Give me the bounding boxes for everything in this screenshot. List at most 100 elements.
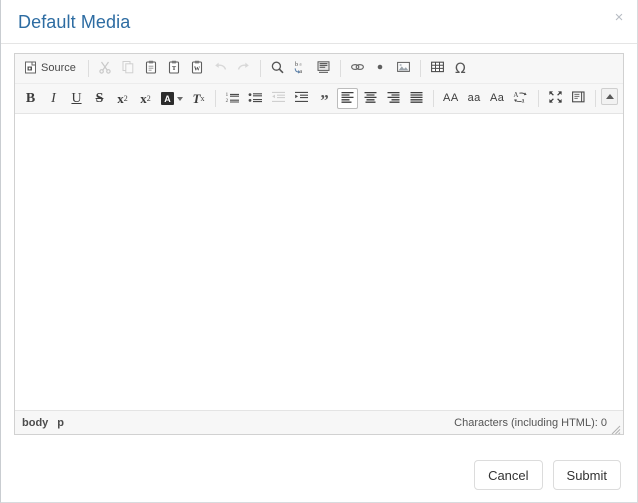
- numbered-list-button[interactable]: 1 2: [222, 88, 243, 109]
- capitalize-button[interactable]: Aa: [487, 88, 508, 109]
- maximize-icon: [548, 90, 563, 107]
- chain-link-icon: [350, 60, 365, 77]
- justify-button[interactable]: [406, 88, 427, 109]
- svg-text:a: a: [299, 62, 302, 67]
- toolbar-group-editing: b a a: [266, 58, 335, 79]
- elements-path-item-p[interactable]: p: [57, 417, 64, 429]
- change-case-button[interactable]: A a: [510, 88, 532, 109]
- submit-button[interactable]: Submit: [552, 460, 621, 490]
- strikethrough-button[interactable]: S: [89, 88, 110, 109]
- source-icon: [24, 61, 37, 77]
- chevron-up-icon: [605, 94, 614, 99]
- dialog-header: Default Media ×: [1, 0, 637, 44]
- clipboard-text-icon: T: [167, 60, 181, 77]
- italic-button[interactable]: I: [43, 88, 64, 109]
- toolbar-separator: [215, 90, 216, 107]
- bulleted-list-icon: [248, 90, 263, 107]
- align-right-button[interactable]: [383, 88, 404, 109]
- editor-toolbox: Source T W b a a Ω B I U S x 2 x 2 A T x…: [15, 54, 623, 114]
- link-button[interactable]: [347, 58, 368, 79]
- source-button[interactable]: Source: [20, 58, 82, 79]
- paste-as-text-button[interactable]: T: [164, 58, 185, 79]
- select-all-icon: [316, 60, 331, 78]
- copy-button[interactable]: [118, 58, 139, 79]
- paste-from-word-button[interactable]: W: [187, 58, 208, 79]
- cancel-button[interactable]: Cancel: [474, 460, 543, 490]
- lowercase-button[interactable]: aa: [464, 88, 485, 109]
- quote-icon: ”: [320, 90, 329, 110]
- table-button[interactable]: [427, 58, 448, 79]
- elements-path: body p: [22, 417, 64, 429]
- svg-text:b: b: [295, 62, 298, 68]
- toolbar-separator: [594, 90, 596, 107]
- text-color-icon: A: [161, 92, 174, 105]
- toolbar-separator: [537, 90, 539, 107]
- remove-format-button[interactable]: Tx: [188, 88, 209, 109]
- toolbar-group-case: AA aa Aa A a: [439, 88, 533, 109]
- default-media-dialog: Default Media × Source T W b a a Ω B I U…: [0, 0, 638, 503]
- anchor-dot-icon: [373, 60, 387, 77]
- toolbar-group-links: [346, 58, 415, 79]
- toolbar-row-2: B I U S x2 x2 A T x 1 2 ” AA aa Aa A a: [15, 84, 623, 113]
- elements-path-item-body[interactable]: body: [22, 417, 48, 429]
- show-blocks-icon: [571, 90, 586, 107]
- image-button[interactable]: [393, 58, 414, 79]
- bold-button[interactable]: B: [20, 88, 41, 109]
- table-grid-icon: [430, 60, 445, 77]
- replace-button[interactable]: b a a: [290, 58, 311, 79]
- indent-button[interactable]: [291, 88, 312, 109]
- blockquote-button[interactable]: ”: [314, 88, 335, 109]
- svg-text:2: 2: [226, 99, 229, 104]
- maximize-button[interactable]: [545, 88, 566, 109]
- align-left-button[interactable]: [337, 88, 358, 109]
- page-title: Default Media: [18, 12, 131, 32]
- paste-button[interactable]: [141, 58, 162, 79]
- bulleted-list-button[interactable]: [245, 88, 266, 109]
- svg-text:A: A: [513, 91, 518, 99]
- clipboard-word-icon: W: [190, 60, 204, 77]
- align-center-icon: [363, 90, 378, 107]
- outdent-icon: [271, 90, 286, 107]
- underline-button[interactable]: U: [66, 88, 87, 109]
- align-justify-icon: [409, 90, 424, 107]
- find-button[interactable]: [267, 58, 288, 79]
- scissors-icon: [98, 60, 112, 77]
- uppercase-button[interactable]: AA: [440, 88, 462, 109]
- text-color-button[interactable]: A: [158, 88, 186, 109]
- outdent-button[interactable]: [268, 88, 289, 109]
- show-blocks-button[interactable]: [568, 88, 589, 109]
- collapse-toolbar-button[interactable]: [601, 88, 618, 105]
- svg-text:1: 1: [226, 93, 229, 98]
- resize-grip-icon[interactable]: [611, 422, 621, 435]
- toolbar-group-paragraph: 1 2 ”: [221, 88, 336, 109]
- copy-icon: [121, 60, 135, 77]
- ckeditor-container: Source T W b a a Ω B I U S x 2 x 2 A T x…: [14, 53, 624, 435]
- subscript-button[interactable]: x2: [112, 88, 133, 109]
- close-icon[interactable]: ×: [610, 9, 628, 27]
- toolbar-group-history: [209, 58, 255, 79]
- special-char-button[interactable]: Ω: [450, 58, 471, 79]
- magnifier-icon: [270, 60, 285, 78]
- remove-format-index: x: [200, 93, 205, 103]
- superscript-button[interactable]: x2: [135, 88, 156, 109]
- subscript-index: 2: [123, 93, 128, 103]
- anchor-button[interactable]: [370, 58, 391, 79]
- change-case-icon: A a: [513, 90, 529, 107]
- undo-button[interactable]: [210, 58, 231, 79]
- svg-text:W: W: [194, 65, 201, 72]
- redo-arrow-icon: [236, 60, 251, 77]
- redo-button[interactable]: [233, 58, 254, 79]
- align-center-button[interactable]: [360, 88, 381, 109]
- chevron-down-icon: [177, 96, 183, 101]
- editor-content-area[interactable]: [15, 114, 623, 410]
- toolbar-group-clipboard: T W: [94, 58, 209, 79]
- toolbar-separator: [87, 60, 89, 77]
- character-count: Characters (including HTML): 0: [454, 416, 607, 429]
- cut-button[interactable]: [95, 58, 116, 79]
- select-all-button[interactable]: [313, 58, 334, 79]
- superscript-index: 2: [146, 93, 151, 103]
- replace-icon: b a a: [293, 60, 308, 78]
- remove-format-base: T: [192, 91, 201, 106]
- source-button-label: Source: [41, 62, 76, 74]
- toolbar-row-1: Source T W b a a Ω: [15, 54, 623, 84]
